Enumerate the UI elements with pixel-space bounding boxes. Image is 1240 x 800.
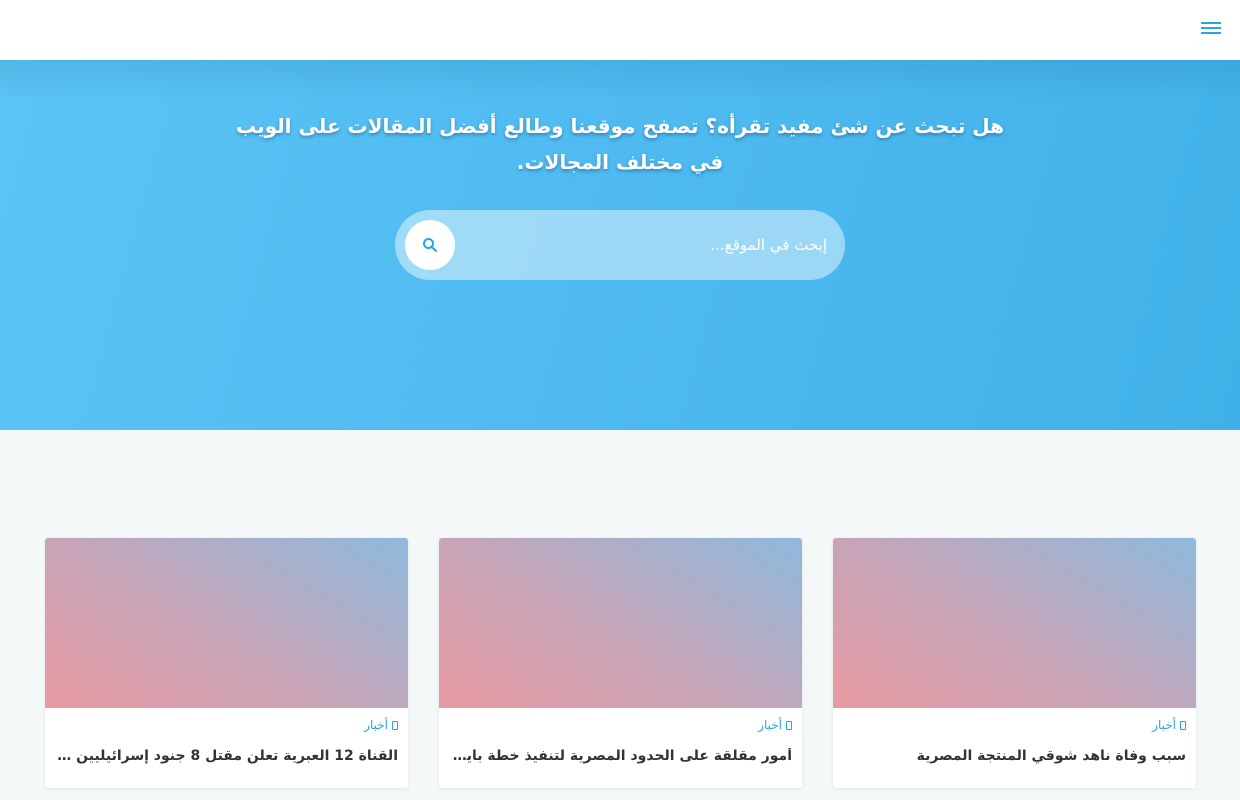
folder-icon bbox=[392, 720, 398, 730]
post-card[interactable]: أخبار سبب وفاة ناهد شوقي المنتجة المصرية bbox=[833, 538, 1196, 788]
post-thumbnail[interactable] bbox=[45, 538, 408, 708]
search-input[interactable] bbox=[467, 225, 827, 265]
folder-icon bbox=[786, 720, 792, 730]
post-category-label: أخبار bbox=[758, 718, 782, 732]
search-form bbox=[395, 210, 845, 280]
search-icon bbox=[423, 238, 437, 252]
post-category-link[interactable]: أخبار bbox=[758, 718, 792, 732]
site-header bbox=[0, 0, 1240, 60]
hero-title: هل تبحث عن شئ مفيد تقرأه؟ تصفح موقعنا وط… bbox=[235, 114, 1005, 174]
folder-icon bbox=[1180, 720, 1186, 730]
menu-line bbox=[1201, 32, 1221, 34]
post-category-link[interactable]: أخبار bbox=[1152, 718, 1186, 732]
post-category-label: أخبار bbox=[1152, 718, 1176, 732]
post-title[interactable]: القناة 12 العبرية تعلن مقتل 8 جنود إسرائ… bbox=[53, 748, 398, 764]
post-category-label: أخبار bbox=[364, 718, 388, 732]
menu-line bbox=[1201, 27, 1221, 29]
hero-section: هل تبحث عن شئ مفيد تقرأه؟ تصفح موقعنا وط… bbox=[0, 60, 1240, 430]
post-category-link[interactable]: أخبار bbox=[364, 718, 398, 732]
post-thumbnail[interactable] bbox=[833, 538, 1196, 708]
post-title[interactable]: أمور مقلقة على الحدود المصرية لتنفيذ خطة… bbox=[447, 748, 792, 764]
post-thumbnail[interactable] bbox=[439, 538, 802, 708]
search-button[interactable] bbox=[405, 220, 455, 270]
menu-line bbox=[1201, 22, 1221, 24]
post-title[interactable]: سبب وفاة ناهد شوقي المنتجة المصرية bbox=[841, 748, 1186, 764]
hero-top-shadow bbox=[0, 60, 1240, 100]
post-card[interactable]: أخبار القناة 12 العبرية تعلن مقتل 8 جنود… bbox=[45, 538, 408, 788]
hamburger-menu-icon[interactable] bbox=[1199, 19, 1221, 39]
post-card[interactable]: أخبار أمور مقلقة على الحدود المصرية لتنف… bbox=[439, 538, 802, 788]
